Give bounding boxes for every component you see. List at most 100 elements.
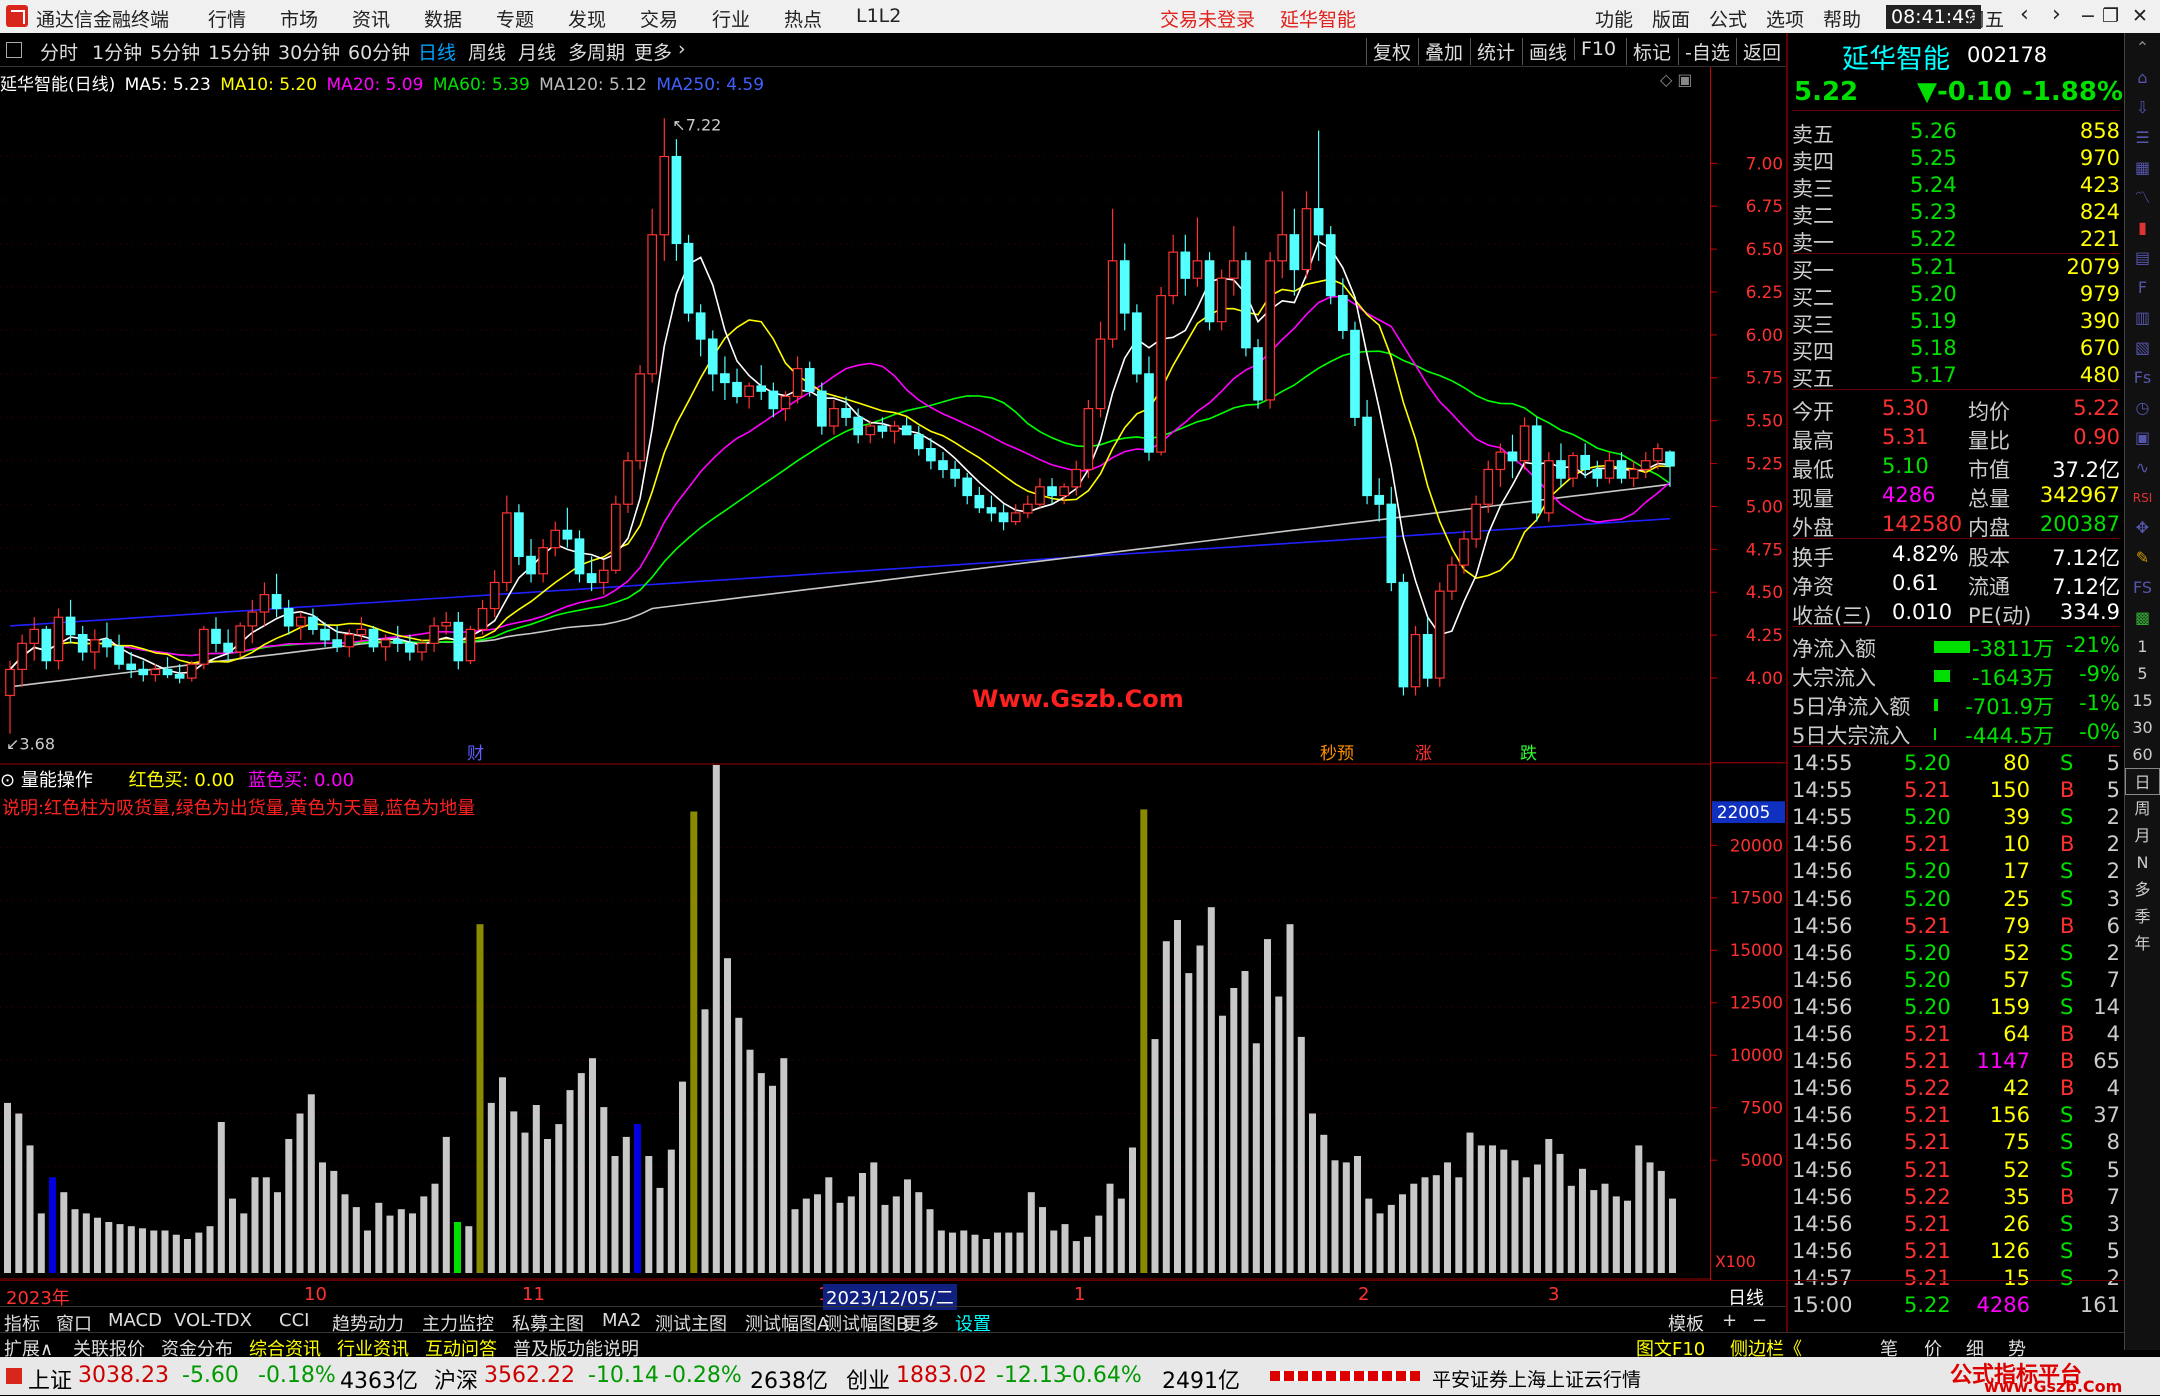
volume-bar[interactable]: [15, 1113, 23, 1274]
volume-bar[interactable]: [1455, 1177, 1463, 1273]
volume-bar[interactable]: [780, 1058, 788, 1273]
indicator-toggle-icon[interactable]: ⊙: [0, 770, 15, 791]
candle[interactable]: [1325, 226, 1336, 305]
ask-row[interactable]: 卖五 5.26 858: [1792, 119, 2120, 147]
tick-row[interactable]: 14:56 5.22 42 B 4: [1792, 1076, 2120, 1103]
candle[interactable]: [41, 625, 52, 670]
volume-bar[interactable]: [1196, 945, 1204, 1274]
volume-bar[interactable]: [1410, 1183, 1418, 1273]
sidebar-period-button[interactable]: 1: [2125, 633, 2160, 660]
return-button[interactable]: 返回: [1736, 38, 1781, 65]
tick-row[interactable]: 14:56 5.21 52 S 5: [1792, 1158, 2120, 1185]
flow-row[interactable]: 5日净流入额 -701.9万 -1%: [1792, 691, 2120, 719]
candle[interactable]: [5, 660, 15, 734]
menu-hot[interactable]: 热点: [784, 5, 822, 32]
volume-bar[interactable]: [375, 1202, 383, 1273]
tick-row[interactable]: 14:56 5.20 52 S 2: [1792, 941, 2120, 968]
stat-row[interactable]: 现量 4286 总量 342967: [1792, 483, 2120, 511]
volume-bar[interactable]: [904, 1179, 911, 1273]
volume-bar[interactable]: [330, 1170, 338, 1273]
volume-bar[interactable]: [105, 1222, 113, 1273]
volume-bar[interactable]: [1039, 1207, 1046, 1273]
volume-bar[interactable]: [960, 1230, 968, 1274]
period-tab[interactable]: 60分钟: [348, 38, 410, 65]
candle[interactable]: [1047, 478, 1057, 505]
fs2-icon[interactable]: FS: [2125, 573, 2160, 603]
candle[interactable]: [986, 495, 997, 522]
volume-chart[interactable]: [0, 765, 1710, 1280]
volume-bar[interactable]: [240, 1213, 248, 1273]
volume-bar[interactable]: [1657, 1170, 1665, 1273]
ask-row[interactable]: 卖三 5.24 423: [1792, 173, 2120, 201]
period-tab[interactable]: 月线: [518, 38, 556, 65]
period-more[interactable]: 更多: [634, 38, 672, 65]
volume-bar[interactable]: [1669, 1198, 1676, 1273]
volume-bar[interactable]: [71, 1209, 79, 1273]
candle[interactable]: [1289, 208, 1300, 296]
candle[interactable]: [1386, 486, 1397, 592]
volume-bar[interactable]: [262, 1177, 270, 1273]
period-tab[interactable]: 15分钟: [208, 38, 270, 65]
volume-bar[interactable]: [825, 1177, 833, 1273]
stat-row[interactable]: 最高 5.31 量比 0.90: [1792, 425, 2120, 453]
bid-row[interactable]: 买五 5.17 480: [1792, 363, 2120, 391]
candle[interactable]: [308, 608, 318, 635]
volume-bar[interactable]: [499, 1077, 506, 1273]
candle[interactable]: [1543, 452, 1554, 522]
candle[interactable]: [1604, 452, 1615, 484]
volume-bar[interactable]: [1129, 1147, 1136, 1274]
volume-bar[interactable]: [1230, 988, 1238, 1273]
candle[interactable]: [1083, 399, 1094, 479]
volume-bar[interactable]: [1489, 1145, 1496, 1273]
volume-bar[interactable]: [1061, 1224, 1069, 1273]
candle[interactable]: [707, 330, 718, 392]
volume-bar[interactable]: [521, 1132, 529, 1273]
volume-bar[interactable]: [251, 1177, 259, 1273]
period-tab[interactable]: 30分钟: [278, 38, 340, 65]
candle[interactable]: [89, 629, 100, 670]
volume-bar[interactable]: [1185, 973, 1193, 1273]
candle[interactable]: [889, 420, 900, 444]
template-control[interactable]: +: [1722, 1310, 1737, 1331]
volume-bar[interactable]: [1005, 1232, 1013, 1273]
candle[interactable]: [1507, 434, 1518, 479]
volume-bar[interactable]: [544, 1139, 551, 1273]
tick-row[interactable]: 14:56 5.21 64 B 4: [1792, 1022, 2120, 1049]
volume-bar[interactable]: [1297, 1036, 1305, 1273]
volume-bar[interactable]: [1320, 1134, 1328, 1273]
add-watchlist-button[interactable]: -自选: [1678, 38, 1730, 65]
candle[interactable]: [744, 382, 754, 409]
cy-label[interactable]: 创业: [846, 1363, 890, 1395]
volume-bar[interactable]: [4, 1102, 11, 1273]
tick-row[interactable]: 14:56 5.20 25 S 3: [1792, 887, 2120, 914]
volume-bar[interactable]: [1309, 1113, 1316, 1274]
volume-bar[interactable]: [532, 1105, 540, 1273]
volume-bar[interactable]: [577, 1073, 585, 1273]
menu-trade[interactable]: 交易: [640, 5, 678, 32]
tick-row[interactable]: 14:55 5.21 150 B 5: [1792, 778, 2120, 805]
chart-options-icon[interactable]: ◇ ▣: [1660, 70, 1693, 89]
volume-bar[interactable]: [476, 924, 484, 1273]
candle-icon[interactable]: ▮: [2125, 213, 2160, 243]
volume-bar[interactable]: [26, 1145, 34, 1273]
candle[interactable]: [720, 356, 730, 400]
volume-bar[interactable]: [847, 1196, 855, 1273]
volume-bar[interactable]: [487, 1102, 495, 1273]
candle[interactable]: [501, 495, 512, 592]
volume-bar[interactable]: [1387, 1204, 1395, 1273]
volume-bar[interactable]: [791, 1209, 799, 1273]
candle[interactable]: [610, 495, 621, 574]
menu-discover[interactable]: 发现: [568, 5, 606, 32]
candle[interactable]: [283, 599, 294, 635]
candle[interactable]: [635, 365, 645, 470]
fs-icon[interactable]: Fs: [2125, 363, 2160, 393]
volume-bar[interactable]: [1252, 1043, 1260, 1273]
candle[interactable]: [77, 625, 88, 661]
stat-row[interactable]: 换手 4.82% 股本 7.12亿: [1792, 542, 2120, 570]
candle[interactable]: [1301, 191, 1312, 279]
volume-bar[interactable]: [622, 1136, 630, 1273]
candle[interactable]: [671, 139, 682, 261]
sidebar-period-button[interactable]: 5: [2125, 660, 2160, 687]
bid-row[interactable]: 买四 5.18 670: [1792, 336, 2120, 364]
candle[interactable]: [1556, 443, 1566, 487]
